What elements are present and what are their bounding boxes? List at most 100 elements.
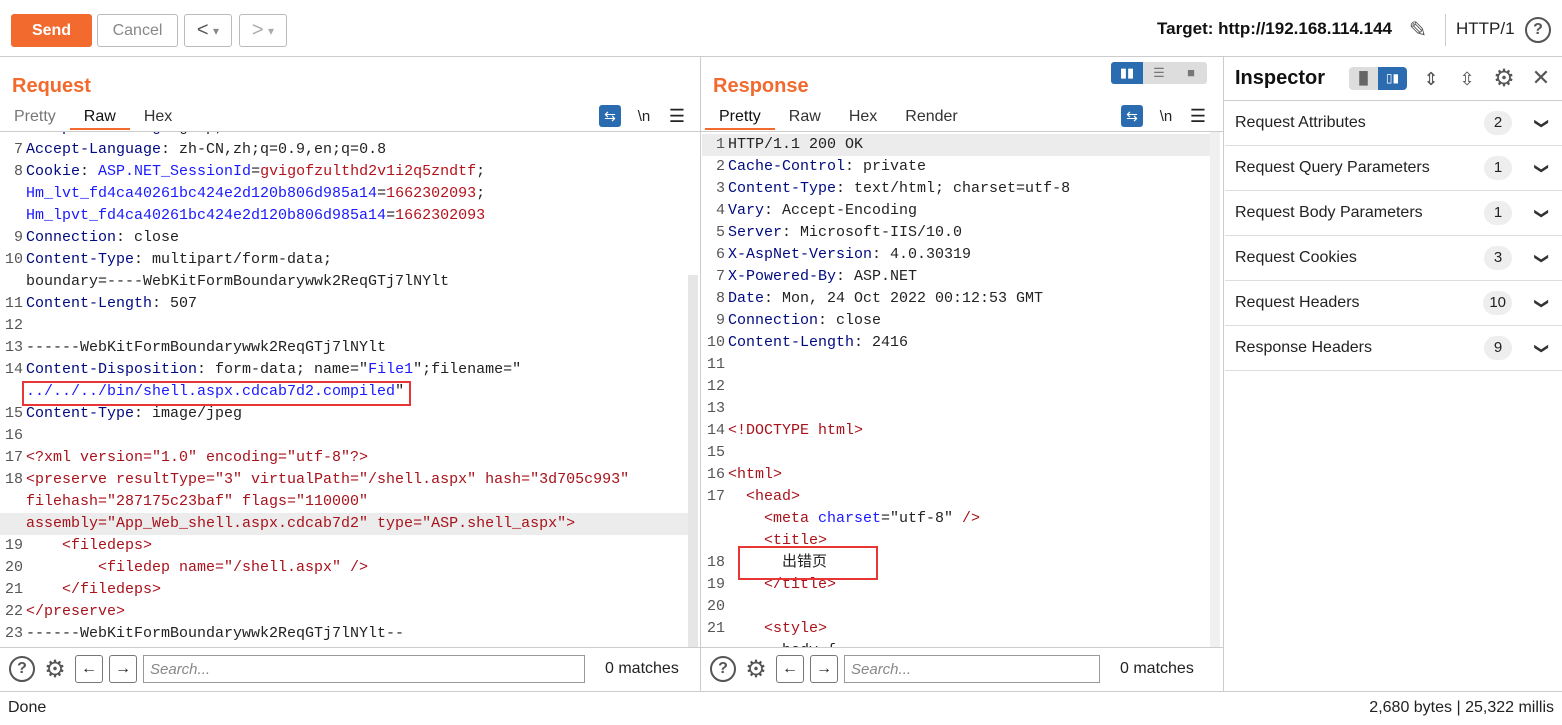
cancel-button[interactable]: Cancel bbox=[97, 14, 178, 47]
tab-hex[interactable]: Hex bbox=[130, 104, 186, 130]
menu-icon[interactable]: ☰ bbox=[1187, 105, 1209, 127]
line-number: 5 bbox=[715, 224, 725, 241]
line-number: 12 bbox=[706, 378, 725, 395]
back-button[interactable]: < ▾ bbox=[184, 14, 232, 47]
dock-left-icon[interactable]: ▐▌ bbox=[1349, 67, 1378, 90]
code-token: <filedeps> bbox=[26, 537, 153, 554]
tab-raw[interactable]: Raw bbox=[69, 104, 130, 130]
chevron-down-icon[interactable]: ❯ bbox=[1534, 252, 1551, 264]
chevron-down-icon[interactable]: ❯ bbox=[1534, 297, 1551, 309]
collapse-all-icon[interactable]: ⇳ bbox=[1455, 66, 1479, 92]
request-scrollbar[interactable] bbox=[688, 275, 698, 647]
count-badge: 10 bbox=[1483, 291, 1512, 315]
newline-toggle[interactable]: \n bbox=[632, 105, 656, 127]
tab-render[interactable]: Render bbox=[891, 104, 971, 130]
request-search-input[interactable]: Search... bbox=[143, 655, 585, 683]
line-number bbox=[0, 205, 26, 227]
line-number: 7 bbox=[715, 268, 725, 285]
previous-match-button[interactable]: ← bbox=[75, 655, 103, 683]
line-number: 19 bbox=[706, 576, 725, 593]
help-icon[interactable]: ? bbox=[710, 656, 736, 682]
tab-hex[interactable]: Hex bbox=[835, 104, 891, 130]
code-line: 17 <?xml version="1.0" encoding="utf-8"?> bbox=[0, 447, 688, 469]
settings-gear-icon[interactable]: ⚙ bbox=[41, 655, 69, 684]
single-pane-icon[interactable]: ■ bbox=[1175, 62, 1207, 84]
split-vertical-icon[interactable]: ☰ bbox=[1143, 62, 1175, 84]
code-line: 4 Vary: Accept-Encoding bbox=[702, 200, 1210, 222]
code-token: boundary=----WebKitFormBoundarywwk2ReqGT… bbox=[26, 273, 450, 290]
code-token: : Mon, 24 Oct 2022 00:12:53 GMT bbox=[764, 290, 1044, 307]
inspector-section[interactable]: Request Attributes 2 ❯ bbox=[1225, 101, 1562, 146]
inspector-section[interactable]: Request Query Parameters 1 ❯ bbox=[1225, 146, 1562, 191]
code-token: ASP.NET_SessionId bbox=[98, 163, 252, 180]
code-token: /> bbox=[962, 510, 981, 527]
wrap-lines-icon[interactable]: ⇆ bbox=[599, 105, 621, 127]
section-label: Request Headers bbox=[1235, 294, 1360, 311]
split-horizontal-icon[interactable]: ▮▮ bbox=[1111, 62, 1143, 84]
line-number: 16 bbox=[4, 427, 23, 444]
code-line: 11 Content-Length: 507 bbox=[0, 293, 688, 315]
menu-icon[interactable]: ☰ bbox=[666, 105, 688, 127]
settings-gear-icon[interactable]: ⚙ bbox=[742, 655, 770, 684]
line-number: 9 bbox=[13, 229, 23, 246]
code-token: gvigofzulthd2v1i2q5zndtf bbox=[260, 163, 477, 180]
line-number: 7 bbox=[13, 141, 23, 158]
response-title: Response bbox=[713, 75, 809, 97]
code-token: : 4.0.30319 bbox=[872, 246, 972, 263]
tab-pretty[interactable]: Pretty bbox=[0, 104, 70, 130]
code-token: body { bbox=[728, 640, 836, 647]
code-token: : Accept-Encoding bbox=[764, 202, 918, 219]
tab-raw[interactable]: Raw bbox=[775, 104, 835, 130]
help-icon[interactable]: ? bbox=[1525, 17, 1551, 43]
match-count: 0 matches bbox=[605, 660, 679, 677]
line-number bbox=[0, 271, 26, 293]
line-number bbox=[702, 508, 728, 530]
previous-match-button[interactable]: ← bbox=[776, 655, 804, 683]
chevron-down-icon[interactable]: ❯ bbox=[1534, 117, 1551, 129]
forward-icon: > bbox=[251, 19, 264, 41]
wrap-lines-icon[interactable]: ⇆ bbox=[1121, 105, 1143, 127]
chevron-down-icon[interactable]: ❯ bbox=[1534, 342, 1551, 354]
code-line: 20 bbox=[702, 596, 1210, 618]
next-match-button[interactable]: → bbox=[810, 655, 838, 683]
line-number: 15 bbox=[706, 444, 725, 461]
inspector-section[interactable]: Response Headers 9 ❯ bbox=[1225, 326, 1562, 371]
response-search-input[interactable]: Search... bbox=[844, 655, 1100, 683]
layout-toggle: ▮▮ ☰ ■ bbox=[1111, 62, 1207, 84]
inspector-section[interactable]: Request Body Parameters 1 ❯ bbox=[1225, 191, 1562, 236]
tab-pretty[interactable]: Pretty bbox=[705, 104, 775, 130]
target-label: Target: http://192.168.114.144 bbox=[1157, 19, 1392, 38]
edit-pencil-icon[interactable]: ✎ bbox=[1403, 16, 1433, 44]
inspector-section[interactable]: Request Cookies 3 ❯ bbox=[1225, 236, 1562, 281]
code-token: Date bbox=[728, 290, 765, 307]
code-line: 9 Connection: close bbox=[702, 310, 1210, 332]
expand-all-icon[interactable]: ⇕ bbox=[1419, 66, 1443, 92]
chevron-down-icon[interactable]: ❯ bbox=[1534, 162, 1551, 174]
chevron-down-icon[interactable]: ❯ bbox=[1534, 207, 1551, 219]
next-match-button[interactable]: → bbox=[109, 655, 137, 683]
code-token: <meta bbox=[728, 510, 819, 527]
code-line: 8 Date: Mon, 24 Oct 2022 00:12:53 GMT bbox=[702, 288, 1210, 310]
code-line: 22 </preserve> bbox=[0, 601, 688, 623]
section-label: Request Cookies bbox=[1235, 249, 1357, 266]
code-token: Content-Type bbox=[728, 180, 837, 197]
dock-right-icon[interactable]: ▯▮ bbox=[1378, 67, 1407, 90]
send-button[interactable]: Send bbox=[11, 14, 92, 47]
newline-toggle[interactable]: \n bbox=[1154, 105, 1178, 127]
count-badge: 2 bbox=[1484, 111, 1512, 135]
code-token: Cookie bbox=[26, 163, 81, 180]
line-number: 12 bbox=[4, 317, 23, 334]
response-scrollbar[interactable] bbox=[1210, 132, 1220, 647]
forward-button[interactable]: > ▾ bbox=[239, 14, 287, 47]
protocol-label[interactable]: HTTP/1 bbox=[1456, 19, 1515, 39]
code-token: ------WebKitFormBoundarywwk2ReqGTj7lNYlt bbox=[26, 339, 387, 356]
code-line: 14 <!DOCTYPE html> bbox=[702, 420, 1210, 442]
code-line: 23 ------WebKitFormBoundarywwk2ReqGTj7lNY… bbox=[0, 623, 688, 645]
inspector-section[interactable]: Request Headers 10 ❯ bbox=[1225, 281, 1562, 326]
close-icon[interactable]: ✕ bbox=[1528, 64, 1554, 92]
chevron-down-icon: ▾ bbox=[268, 23, 275, 38]
line-number: 23 bbox=[4, 625, 23, 642]
settings-gear-icon[interactable]: ⚙ bbox=[1490, 64, 1518, 92]
help-icon[interactable]: ? bbox=[9, 656, 35, 682]
code-line: assembly="App_Web_shell.aspx.cdcab7d2" t… bbox=[0, 513, 688, 535]
